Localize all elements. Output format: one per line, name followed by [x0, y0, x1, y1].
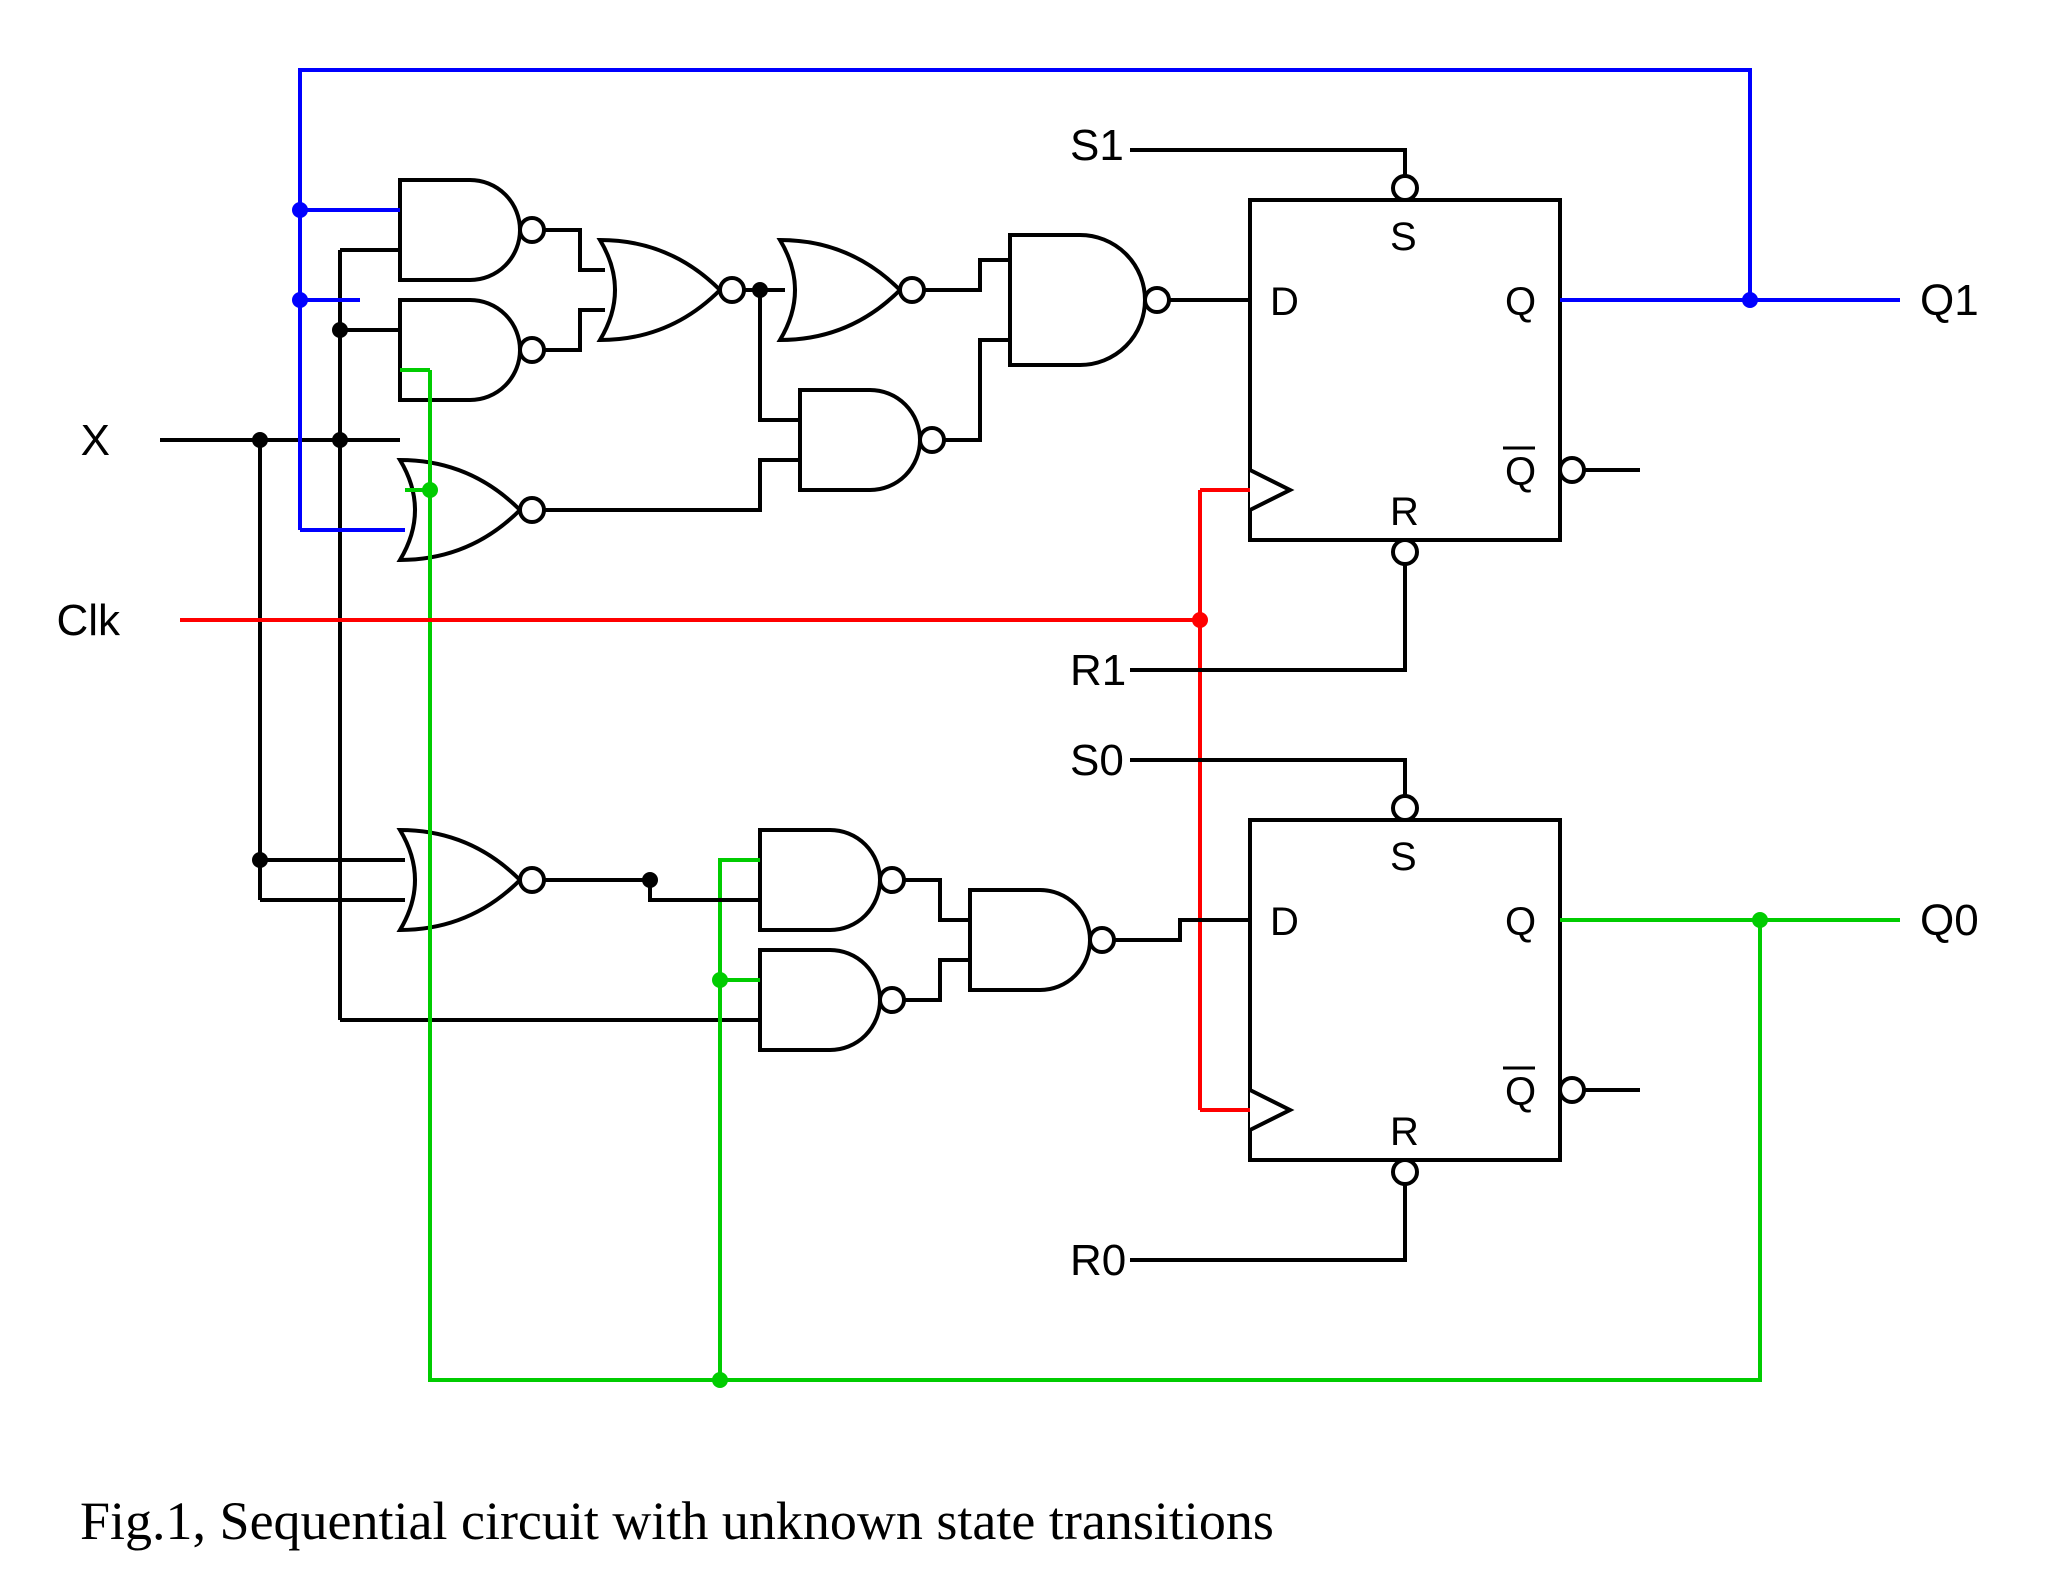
label-q1: Q1: [1920, 276, 1979, 325]
gate-nor-h: [400, 830, 544, 930]
ff0-pin-r: R: [1390, 1110, 1419, 1154]
gate-nor-d: [600, 240, 744, 340]
flipflop-ff0: S D Q Q R: [1250, 796, 1584, 1184]
gate-nor-c: [400, 460, 544, 560]
ff0-pin-d: D: [1270, 900, 1299, 944]
gate-nand-k: [970, 890, 1114, 990]
wire-r1: [1130, 564, 1405, 670]
gate-nand-j: [760, 950, 904, 1050]
ff0-pin-s: S: [1390, 835, 1417, 879]
svg-text:Q: Q: [1505, 1070, 1536, 1114]
svg-text:Q: Q: [1505, 450, 1536, 494]
ff0-pin-q: Q: [1505, 900, 1536, 944]
wire-s1: [1130, 150, 1405, 176]
gate-nand-e: [800, 390, 944, 490]
ff1-pin-qbar: Q: [1503, 448, 1536, 494]
gate-nand-a: [400, 180, 544, 280]
label-r0: R0: [1070, 1236, 1126, 1285]
gate-nor-g: [780, 240, 924, 340]
ff1-pin-s: S: [1390, 215, 1417, 259]
label-clk: Clk: [56, 596, 121, 645]
diagram-container: S D Q Q R S D Q Q R: [0, 0, 2046, 1588]
ff1-pin-q: Q: [1505, 280, 1536, 324]
ff1-pin-r: R: [1390, 490, 1419, 534]
circuit-svg: S D Q Q R S D Q Q R: [0, 0, 2046, 1588]
wire-s0: [1130, 760, 1405, 796]
figure-caption: Fig.1, Sequential circuit with unknown s…: [80, 1490, 1274, 1552]
flipflop-ff1: S D Q Q R: [1250, 176, 1584, 564]
gate-nand-b: [400, 300, 544, 400]
gate-nand-f: [1010, 235, 1169, 365]
label-s0: S0: [1070, 736, 1124, 785]
label-x: X: [81, 416, 110, 465]
label-r1: R1: [1070, 646, 1126, 695]
gate-nand-i: [760, 830, 904, 930]
ff0-pin-qbar: Q: [1503, 1068, 1536, 1114]
label-s1: S1: [1070, 121, 1124, 170]
label-q0: Q0: [1920, 896, 1979, 945]
ff1-pin-d: D: [1270, 280, 1299, 324]
wire-r0: [1130, 1184, 1405, 1260]
